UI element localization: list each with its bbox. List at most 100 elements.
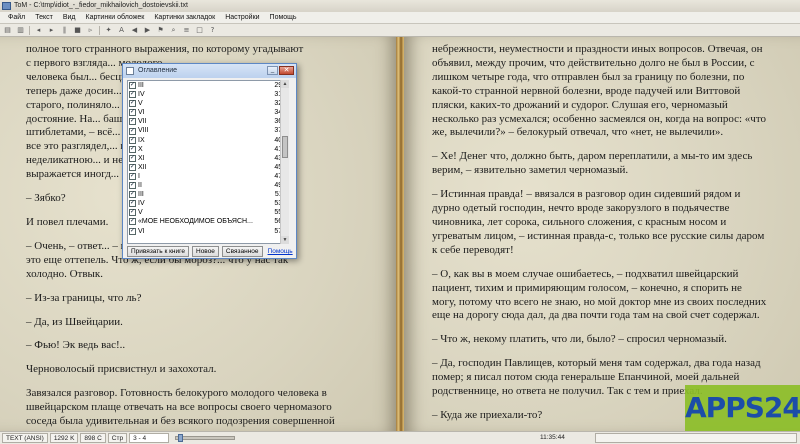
file-size-k: 1292 K (49, 433, 79, 443)
fullscreen-icon[interactable]: □ (195, 26, 204, 35)
settings-icon[interactable]: ✦ (104, 26, 113, 35)
toc-title: «МОЕ НЕОБХОДИМОЕ ОБЪЯСН... (138, 218, 253, 226)
right-page-line: верим, – язвительно заметил черномазый. (432, 164, 629, 177)
right-page-line: помер; я писал потом сюда генеральше Епа… (432, 371, 740, 384)
toc-entry[interactable]: ✓«МОЕ НЕОБХОДИМОЕ ОБЪЯСН...563 (128, 217, 288, 226)
page-number-input[interactable]: 3 - 4 (129, 433, 170, 443)
toc-entry[interactable]: ✓III511 (128, 190, 288, 199)
checkbox-icon[interactable]: ✓ (129, 154, 136, 162)
toc-title: I (138, 172, 140, 180)
toc-entry[interactable]: ✓II494 (128, 181, 288, 190)
menu-help[interactable]: Помощь (265, 12, 302, 23)
checkbox-icon[interactable]: ✓ (129, 163, 136, 171)
scroll-down-icon[interactable]: ▼ (281, 236, 289, 244)
left-page-line: – Да, из Швейцарии. (26, 315, 123, 328)
skip-icon[interactable]: ▹ (86, 26, 95, 35)
right-page[interactable]: небрежности, неуместности и праздности и… (404, 37, 800, 431)
menu-text[interactable]: Текст (30, 12, 58, 23)
next-page-icon[interactable]: ▶ (143, 26, 152, 35)
dialog-titlebar[interactable]: Оглавление _ ✕ (123, 64, 296, 78)
toc-entry[interactable]: ✓XII459 (128, 163, 288, 172)
minimize-icon[interactable]: _ (267, 66, 278, 75)
help-icon[interactable]: ? (208, 26, 217, 35)
checkbox-icon[interactable]: ✓ (129, 127, 136, 135)
prev-page-icon[interactable]: ◀ (130, 26, 139, 35)
toc-title: IX (138, 136, 145, 144)
menu-settings[interactable]: Настройки (220, 12, 264, 23)
toc-title: X (138, 145, 143, 153)
checkbox-icon[interactable]: ✓ (129, 218, 136, 226)
checkbox-icon[interactable]: ✓ (129, 109, 136, 117)
left-page-line: швейцарском плаще отвечать на все вопрос… (26, 401, 332, 414)
toc-entry[interactable]: ✓VI341 (128, 108, 288, 117)
right-page-line: – Хе! Денег что, должно быть, даром пере… (432, 150, 753, 163)
toc-entry[interactable]: ✓IX402 (128, 136, 288, 145)
right-page-line: несколько раз усмехался; особенно засмея… (432, 112, 766, 125)
page-label: Стр (107, 433, 128, 443)
bookmark-icon[interactable]: ⚑ (156, 26, 165, 35)
checkbox-icon[interactable]: ✓ (129, 227, 136, 235)
slider-thumb[interactable] (178, 434, 184, 442)
scroll-thumb[interactable] (282, 136, 288, 158)
toolbar-divider (99, 25, 100, 35)
toc-entry[interactable]: ✓IV533 (128, 199, 288, 208)
rewind-icon[interactable]: ◂ (34, 26, 43, 35)
toc-entry[interactable]: ✓X419 (128, 145, 288, 154)
toc-entry[interactable]: ✓III294 (128, 81, 288, 90)
contents-dialog: Оглавление _ ✕ ✓III294✓IV315✓V324✓VI341✓… (122, 63, 297, 259)
right-page-line: к себе переводят! (432, 243, 514, 256)
left-page-line: соседа была удивительная и без всякого п… (26, 415, 335, 428)
checkbox-icon[interactable]: ✓ (129, 191, 136, 199)
toc-entry[interactable]: ✓VI574 (128, 227, 288, 236)
menu-file[interactable]: Файл (3, 12, 30, 23)
open-icon[interactable]: ▤ (3, 26, 12, 35)
linked-button[interactable]: Связанное (221, 246, 263, 257)
play-icon[interactable]: ▸ (47, 26, 56, 35)
toc-entry[interactable]: ✓I471 (128, 172, 288, 181)
contents-scrollbar[interactable]: ▲ ▼ (280, 80, 289, 244)
checkbox-icon[interactable]: ✓ (129, 100, 136, 108)
close-icon[interactable]: ✕ (279, 66, 294, 75)
contents-list[interactable]: ✓III294✓IV315✓V324✓VI341✓VII362✓VIII377✓… (127, 80, 289, 244)
checkbox-icon[interactable]: ✓ (129, 172, 136, 180)
toc-entry[interactable]: ✓V554 (128, 208, 288, 217)
menu-cover-images[interactable]: Картинки обложек (81, 12, 150, 23)
checkbox-icon[interactable]: ✓ (129, 118, 136, 126)
toolbar: ▤ ▥ ◂ ▸ ∥ ■ ▹ ✦ A ◀ ▶ ⚑ ⌕ ≡ □ ? (0, 24, 800, 37)
font-icon[interactable]: A (117, 26, 126, 35)
toc-title: III (138, 191, 144, 199)
checkbox-icon[interactable]: ✓ (129, 136, 136, 144)
checkbox-icon[interactable]: ✓ (129, 182, 136, 190)
toc-entry[interactable]: ✓IV315 (128, 90, 288, 99)
toc-title: VIII (138, 127, 149, 135)
right-page-line: лишком четыре года, что отправлен был за… (432, 70, 745, 83)
right-page-line: могу, потому что всего не знаю, но мой д… (432, 295, 767, 308)
find-icon[interactable]: ⌕ (169, 26, 178, 35)
toc-title: V (138, 209, 143, 217)
toc-entry[interactable]: ✓VII362 (128, 117, 288, 126)
stop-icon[interactable]: ■ (73, 26, 82, 35)
toc-entry[interactable]: ✓V324 (128, 99, 288, 108)
right-page-line: объявил, между прочим, что действительно… (432, 56, 755, 69)
new-button[interactable]: Новое (192, 246, 219, 257)
toc-entry[interactable]: ✓VIII377 (128, 126, 288, 135)
list-icon[interactable]: ≡ (182, 26, 191, 35)
checkbox-icon[interactable]: ✓ (129, 145, 136, 153)
checkbox-icon[interactable]: ✓ (129, 91, 136, 99)
checkbox-icon[interactable]: ✓ (129, 209, 136, 217)
book-icon[interactable]: ▥ (16, 26, 25, 35)
left-page-line: Завязался разговор. Готовность белокурог… (26, 387, 327, 400)
pause-icon[interactable]: ∥ (60, 26, 69, 35)
scroll-up-icon[interactable]: ▲ (281, 80, 289, 88)
page-slider[interactable] (175, 434, 236, 442)
menu-bookmark-images[interactable]: Картинки закладок (149, 12, 220, 23)
checkbox-icon[interactable]: ✓ (129, 200, 136, 208)
toc-entry[interactable]: ✓XI439 (128, 154, 288, 163)
checkbox-icon[interactable]: ✓ (129, 82, 136, 90)
help-link[interactable]: Помощь (268, 246, 293, 257)
bind-to-book-button[interactable]: Привязать к книге (127, 246, 189, 257)
menu-view[interactable]: Вид (58, 12, 81, 23)
